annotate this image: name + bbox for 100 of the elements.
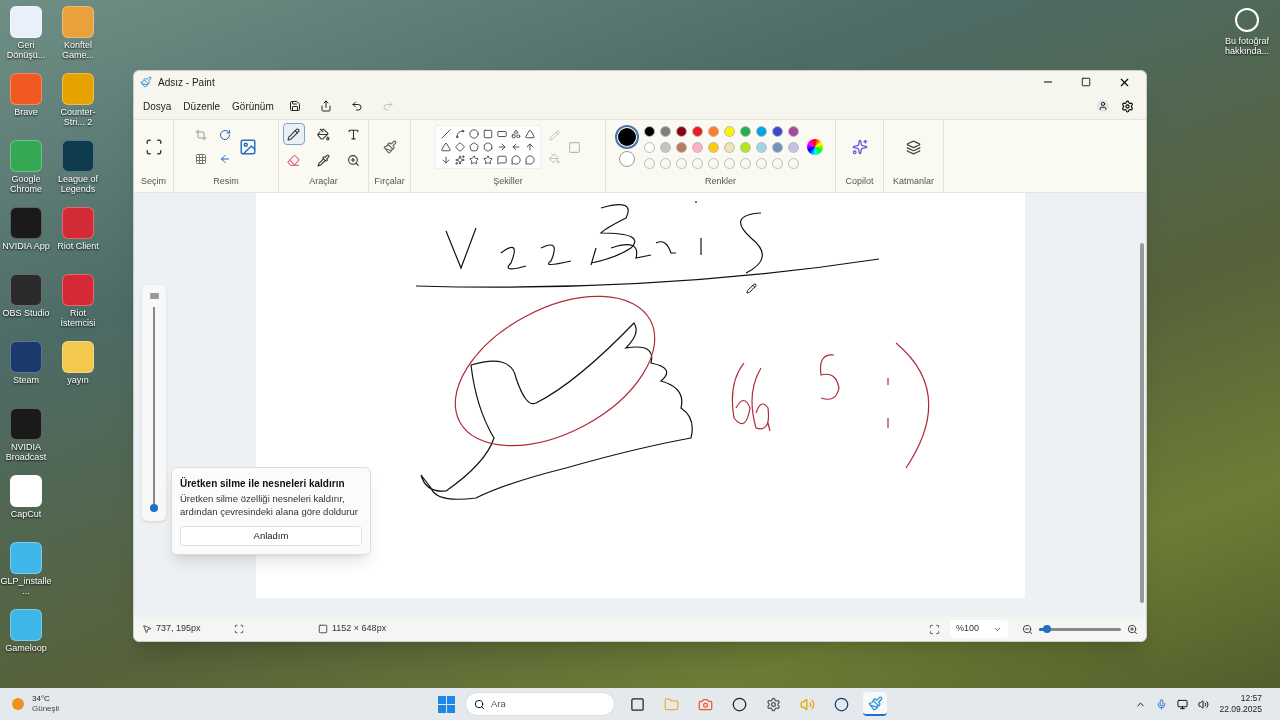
volume-icon[interactable] bbox=[1198, 698, 1210, 710]
desktop-icon-label[interactable]: NVIDIA App bbox=[0, 241, 52, 251]
desktop-icon-label[interactable]: Counter-Stri... 2 bbox=[52, 107, 104, 127]
app-icon[interactable] bbox=[10, 6, 42, 38]
app-icon[interactable] bbox=[10, 542, 42, 574]
resize-icon[interactable] bbox=[195, 153, 207, 166]
temperature[interactable]: 34°C bbox=[32, 694, 60, 704]
app-icon[interactable] bbox=[62, 341, 94, 373]
selection-icon[interactable] bbox=[144, 138, 163, 157]
shape-icon[interactable] bbox=[497, 129, 507, 140]
app-icon[interactable] bbox=[62, 6, 94, 38]
clock-time[interactable]: 12:57 bbox=[1240, 693, 1262, 704]
desktop-icon-label[interactable]: Brave bbox=[0, 107, 52, 117]
color-swatch[interactable] bbox=[676, 141, 687, 153]
desktop-icon-label[interactable]: Riot Client bbox=[52, 241, 104, 251]
shape-icon[interactable] bbox=[469, 129, 479, 140]
app-icon[interactable] bbox=[62, 140, 94, 172]
app-icon[interactable] bbox=[10, 207, 42, 239]
shape-icon[interactable] bbox=[483, 129, 493, 140]
brush-icon[interactable] bbox=[382, 140, 397, 155]
secondary-color[interactable] bbox=[619, 150, 635, 167]
color-swatch[interactable] bbox=[772, 141, 783, 153]
shape-icon[interactable] bbox=[483, 142, 493, 153]
zoom-thumb[interactable] bbox=[1043, 625, 1052, 633]
network-icon[interactable] bbox=[1177, 698, 1189, 710]
image-icon[interactable] bbox=[239, 138, 257, 157]
shape-icon[interactable] bbox=[441, 129, 451, 140]
zoom-dropdown[interactable]: %100 bbox=[950, 620, 1008, 638]
crop-icon[interactable] bbox=[195, 129, 207, 142]
shape-icon[interactable] bbox=[511, 155, 521, 166]
color-swatch[interactable] bbox=[756, 125, 767, 137]
desktop-icon-label[interactable]: League of Legends bbox=[52, 174, 104, 194]
desktop-icon-label[interactable]: OBS Studio bbox=[0, 308, 52, 318]
app-icon[interactable] bbox=[10, 475, 42, 507]
settings-icon[interactable] bbox=[1121, 99, 1134, 113]
shape-icon[interactable] bbox=[483, 155, 493, 166]
color-swatch[interactable] bbox=[660, 125, 671, 137]
color-swatch[interactable] bbox=[740, 125, 751, 137]
shape-icon[interactable] bbox=[497, 142, 507, 153]
color-swatch[interactable] bbox=[724, 141, 735, 153]
zoom-in-icon[interactable] bbox=[1127, 623, 1138, 635]
shape-icon[interactable] bbox=[525, 142, 535, 153]
color-swatch[interactable] bbox=[772, 125, 783, 137]
color-swatch[interactable] bbox=[756, 141, 767, 153]
desktop-icon-label[interactable]: Konftel Game... bbox=[52, 40, 104, 60]
desktop-icon-label[interactable]: NVIDIA Broadcast bbox=[0, 442, 52, 462]
color-wheel-icon[interactable] bbox=[807, 139, 823, 156]
menu-item[interactable]: Görünüm bbox=[227, 95, 279, 117]
app-icon[interactable] bbox=[10, 274, 42, 306]
copilot-icon[interactable] bbox=[851, 139, 868, 156]
app-icon[interactable] bbox=[62, 73, 94, 105]
shape-icon[interactable] bbox=[469, 142, 479, 153]
color-swatch[interactable] bbox=[788, 125, 799, 137]
desktop-icon-label[interactable]: Geri Dönüşü... bbox=[0, 40, 52, 60]
got-it-button[interactable]: Anladım bbox=[180, 526, 362, 546]
layers-icon[interactable] bbox=[906, 139, 921, 155]
flip-icon[interactable] bbox=[219, 153, 231, 166]
color-swatch[interactable] bbox=[740, 141, 751, 153]
pencil-tool[interactable] bbox=[282, 123, 305, 146]
primary-color[interactable] bbox=[618, 127, 636, 146]
desktop-icon-label[interactable]: Google Chrome bbox=[0, 174, 52, 194]
shape-icon[interactable] bbox=[441, 142, 451, 153]
color-swatch[interactable] bbox=[708, 125, 719, 137]
color-swatch[interactable] bbox=[708, 141, 719, 153]
shape-icon[interactable] bbox=[455, 155, 465, 166]
shape-icon[interactable] bbox=[525, 129, 535, 140]
taskbar-search-field[interactable]: Ara bbox=[465, 692, 615, 716]
color-swatch[interactable] bbox=[676, 125, 687, 137]
desktop-icon-label[interactable]: Bu fotoğraf hakkında... bbox=[1222, 36, 1272, 56]
app-icon[interactable] bbox=[10, 609, 42, 641]
scrollbar[interactable] bbox=[1140, 243, 1144, 603]
desktop-icon-label[interactable]: GLP_installe... bbox=[0, 576, 52, 596]
color-swatch[interactable] bbox=[692, 125, 703, 137]
shape-icon[interactable] bbox=[497, 155, 507, 166]
fit-to-window-icon[interactable] bbox=[929, 623, 940, 635]
desktop-icon-label[interactable]: Riot İstemcisi bbox=[52, 308, 104, 328]
shape-icon[interactable] bbox=[511, 142, 521, 153]
color-swatch[interactable] bbox=[644, 125, 655, 137]
weather-label[interactable]: Güneşli bbox=[32, 704, 60, 714]
microphone-icon[interactable] bbox=[1156, 698, 1168, 710]
app-icon[interactable] bbox=[10, 341, 42, 373]
start-icon[interactable] bbox=[438, 695, 455, 713]
desktop-icon-label[interactable]: Steam bbox=[0, 375, 52, 385]
desktop-icon-label[interactable]: CapCut bbox=[0, 509, 52, 519]
rotate-icon[interactable] bbox=[219, 129, 231, 142]
desktop-icon-label[interactable]: yayın bbox=[52, 375, 104, 385]
color-swatch[interactable] bbox=[692, 141, 703, 153]
desktop-icon-label[interactable]: Gameloop bbox=[0, 643, 52, 653]
menu-item[interactable]: Dosya bbox=[138, 95, 177, 117]
clock-date[interactable]: 22.09.2025 bbox=[1219, 704, 1262, 715]
shape-icon[interactable] bbox=[511, 129, 521, 140]
shape-icon[interactable] bbox=[455, 129, 465, 140]
brush-size-slider[interactable] bbox=[149, 307, 159, 513]
zoom-out-icon[interactable] bbox=[1022, 623, 1033, 635]
shape-icon[interactable] bbox=[525, 155, 535, 166]
menu-item[interactable]: Düzenle bbox=[178, 95, 226, 117]
slider-thumb[interactable] bbox=[150, 504, 158, 512]
color-swatch[interactable] bbox=[644, 141, 655, 153]
color-swatch[interactable] bbox=[724, 125, 735, 137]
color-swatch[interactable] bbox=[660, 141, 671, 153]
